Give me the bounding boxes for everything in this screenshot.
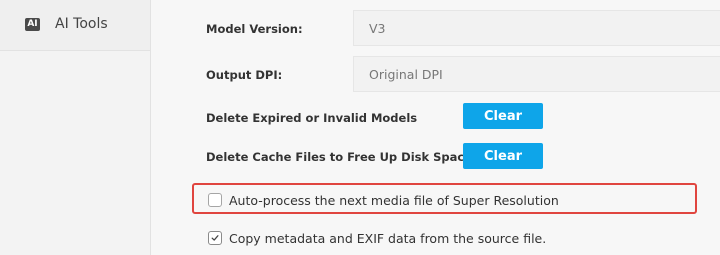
clear-cache-button[interactable]: Clear <box>463 143 543 169</box>
model-version-select[interactable]: V3 <box>353 10 720 46</box>
output-dpi-label: Output DPI: <box>206 68 283 82</box>
output-dpi-value: Original DPI <box>369 67 443 82</box>
settings-panel: Model Version: V3 Output DPI: Original D… <box>151 0 720 255</box>
copy-metadata-label[interactable]: Copy metadata and EXIF data from the sou… <box>229 231 546 246</box>
sidebar: AI AI Tools <box>0 0 151 255</box>
delete-expired-models-label: Delete Expired or Invalid Models <box>206 111 418 125</box>
model-version-label: Model Version: <box>206 22 303 36</box>
auto-process-label[interactable]: Auto-process the next media file of Supe… <box>229 193 559 208</box>
delete-cache-label: Delete Cache Files to Free Up Disk Space <box>206 150 473 164</box>
copy-metadata-checkbox[interactable] <box>208 231 222 245</box>
auto-process-checkbox[interactable] <box>208 193 222 207</box>
sidebar-item-label: AI Tools <box>55 16 108 32</box>
output-dpi-select[interactable]: Original DPI <box>353 56 720 92</box>
clear-expired-models-button[interactable]: Clear <box>463 103 543 129</box>
checkmark-icon <box>211 235 219 241</box>
ai-tools-icon: AI <box>25 18 40 31</box>
sidebar-item-ai-tools[interactable]: AI AI Tools <box>0 0 150 51</box>
model-version-value: V3 <box>369 21 386 36</box>
